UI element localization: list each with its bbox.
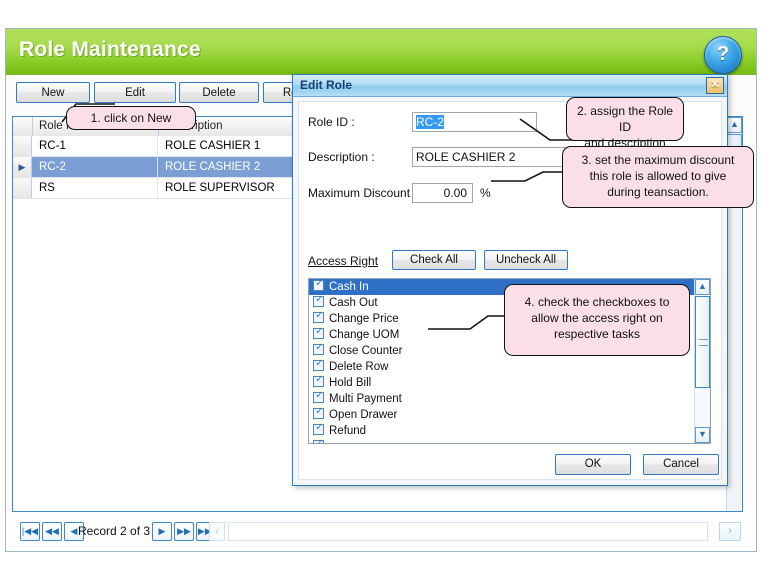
cell-role-id: RC-1: [33, 136, 158, 156]
checkbox-checked-icon[interactable]: [313, 279, 325, 291]
max-discount-label: Maximum Discount :: [308, 186, 417, 200]
help-icon-glyph: ?: [716, 43, 730, 65]
list-item-label: Hold Bill: [329, 377, 372, 389]
application-header: Role Maintenance ?: [6, 29, 756, 75]
delete-button[interactable]: Delete: [179, 82, 259, 103]
list-item-label: Change UOM: [329, 329, 400, 341]
callout-step-4-text: 4. check the checkboxes to allow the acc…: [524, 295, 670, 341]
dialog-title: Edit Role: [300, 78, 353, 92]
callout-step-2-text: 2. assign the Role ID and description: [576, 104, 674, 150]
role-id-value: RC-2: [416, 115, 445, 129]
callout-step-1: 1. click on New: [66, 106, 196, 130]
list-item-partial[interactable]: [309, 437, 710, 443]
cell-role-id: RS: [33, 178, 158, 198]
checkbox-checked-icon[interactable]: [313, 309, 325, 323]
scrollbar-grip-icon: [699, 339, 708, 346]
access-list-scrollbar-thumb[interactable]: [695, 296, 710, 388]
percent-sign-label: %: [480, 186, 491, 200]
row-indicator[interactable]: [13, 136, 32, 156]
access-right-label[interactable]: Access Right: [308, 254, 378, 268]
list-item-label: Close Counter: [329, 345, 403, 357]
list-item[interactable]: Hold Bill: [309, 373, 710, 391]
status-expand-button[interactable]: ›: [719, 522, 741, 541]
cancel-button[interactable]: Cancel: [643, 454, 719, 475]
max-discount-input[interactable]: 0.00: [412, 183, 473, 203]
grid-header-indicator: [13, 117, 33, 136]
list-item-label: Cash In: [329, 281, 369, 293]
callout-step-3: 3. set the maximum discount this role is…: [562, 146, 754, 208]
checkbox-checked-icon[interactable]: [313, 293, 325, 307]
list-item-label: Multi Payment: [329, 393, 402, 405]
page-title: Role Maintenance: [19, 38, 201, 61]
list-item[interactable]: Open Drawer: [309, 405, 710, 423]
row-indicator[interactable]: [13, 178, 32, 198]
callout-step-3-text: 3. set the maximum discount this role is…: [581, 153, 735, 199]
dialog-titlebar: Edit Role ✕: [293, 75, 727, 97]
record-count-label: Record 2 of 3: [78, 524, 151, 538]
access-list-scrollbar[interactable]: ▲ ▼: [694, 279, 710, 443]
cell-role-id: RC-2: [33, 157, 158, 177]
role-id-label: Role ID :: [308, 115, 355, 129]
record-navigator: |◀◀ ◀◀ ◀ Record 2 of 3 ▶ ▶▶ ▶▶| ‹ ›: [12, 519, 743, 545]
row-indicator[interactable]: ▶: [13, 157, 32, 177]
next-record-button[interactable]: ▶: [152, 522, 172, 541]
callout-step-1-text: 1. click on New: [90, 111, 172, 125]
help-icon[interactable]: ?: [704, 36, 742, 74]
prev-page-button[interactable]: ◀◀: [42, 522, 62, 541]
uncheck-all-button[interactable]: Uncheck All: [484, 250, 568, 270]
checkbox-checked-icon[interactable]: [313, 357, 325, 371]
checkbox-checked-icon[interactable]: [313, 325, 325, 339]
callout-leader-3: [491, 170, 571, 192]
check-all-button[interactable]: Check All: [392, 250, 476, 270]
list-item[interactable]: Delete Row: [309, 357, 710, 375]
description-label: Description :: [308, 150, 375, 164]
list-item[interactable]: Refund: [309, 421, 710, 439]
callout-step-2: 2. assign the Role ID and description: [566, 97, 684, 150]
list-item-label: Cash Out: [329, 297, 378, 309]
checkbox-checked-icon[interactable]: [313, 421, 325, 435]
first-record-button[interactable]: |◀◀: [20, 522, 40, 541]
scroll-down-icon[interactable]: ▼: [695, 427, 710, 443]
list-item-label: Change Price: [329, 313, 399, 325]
list-item-label: Delete Row: [329, 361, 389, 373]
scroll-up-icon[interactable]: ▲: [695, 279, 710, 295]
next-page-button[interactable]: ▶▶: [174, 522, 194, 541]
checkbox-checked-icon[interactable]: [313, 389, 325, 403]
close-icon[interactable]: ✕: [706, 77, 724, 94]
role-id-input[interactable]: RC-2: [412, 112, 537, 132]
status-text-field: [228, 522, 708, 541]
checkbox-checked-icon[interactable]: [313, 373, 325, 387]
list-item-label: Open Drawer: [329, 409, 398, 421]
ok-button[interactable]: OK: [555, 454, 631, 475]
scroll-up-icon[interactable]: ▲: [727, 117, 742, 133]
checkbox-checked-icon[interactable]: [313, 437, 325, 443]
checkbox-checked-icon[interactable]: [313, 341, 325, 355]
list-item-label: Refund: [329, 425, 367, 437]
checkbox-checked-icon[interactable]: [313, 405, 325, 419]
list-item[interactable]: Multi Payment: [309, 389, 710, 407]
navigator-collapse-button[interactable]: ‹: [209, 522, 225, 541]
callout-step-4: 4. check the checkboxes to allow the acc…: [504, 284, 690, 356]
